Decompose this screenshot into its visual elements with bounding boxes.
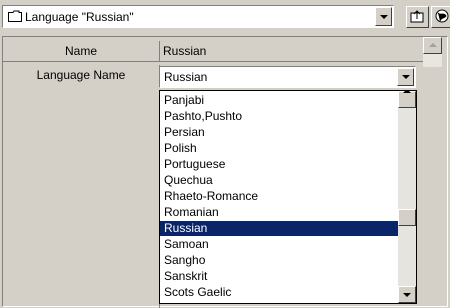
language-dropdown-list[interactable]: Panjabi Pashto,Pushto Persian Polish Por…: [159, 90, 417, 304]
chevron-down-icon: [401, 75, 410, 79]
up-level-button[interactable]: [406, 6, 429, 28]
column-divider: [159, 41, 160, 62]
up-folder-icon: [410, 10, 424, 23]
list-item[interactable]: Quechua: [160, 173, 399, 188]
property-label: Language Name: [36, 68, 126, 82]
scroll-thumb[interactable]: [398, 209, 416, 226]
folder-icon: [8, 10, 22, 22]
list-item[interactable]: Rhaeto-Romance: [160, 189, 399, 204]
list-item[interactable]: Panjabi: [160, 93, 399, 108]
grid-scrollbar[interactable]: [423, 37, 442, 67]
list-item-selected[interactable]: Russian: [160, 221, 399, 236]
language-dropdown-button[interactable]: [397, 68, 414, 86]
scroll-up-button[interactable]: [398, 91, 416, 108]
property-row-name[interactable]: Name Russian: [3, 41, 423, 62]
globe-icon: [435, 9, 449, 23]
grid-scroll-up-button[interactable]: [423, 37, 442, 54]
chevron-up-icon: [428, 42, 437, 47]
language-name-select[interactable]: Russian: [159, 66, 416, 88]
property-label: Name: [64, 44, 97, 58]
chevron-down-icon: [379, 14, 388, 19]
list-item[interactable]: Persian: [160, 125, 399, 140]
list-item[interactable]: Romanian: [160, 205, 399, 220]
globe-button[interactable]: [431, 6, 450, 28]
list-item[interactable]: Samoan: [160, 237, 399, 252]
scroll-down-button[interactable]: [398, 286, 416, 303]
chevron-down-icon: [403, 292, 411, 297]
row-divider: [3, 61, 423, 62]
list-item[interactable]: Scots Gaelic: [160, 285, 399, 300]
object-selector-combo[interactable]: Language "Russian": [2, 5, 394, 28]
object-selector-dropdown-button[interactable]: [375, 7, 392, 26]
list-item[interactable]: Pashto,Pushto: [160, 109, 399, 124]
list-item[interactable]: Polish: [160, 141, 399, 156]
language-name-value: Russian: [164, 70, 208, 84]
list-item[interactable]: Sanskrit: [160, 269, 399, 284]
list-item[interactable]: Portuguese: [160, 157, 399, 172]
list-item[interactable]: Sangho: [160, 253, 399, 268]
property-value: Russian: [163, 44, 207, 58]
list-scrollbar[interactable]: [398, 91, 416, 303]
object-selector-value: Language "Russian": [25, 10, 134, 24]
chevron-up-icon: [403, 91, 411, 93]
